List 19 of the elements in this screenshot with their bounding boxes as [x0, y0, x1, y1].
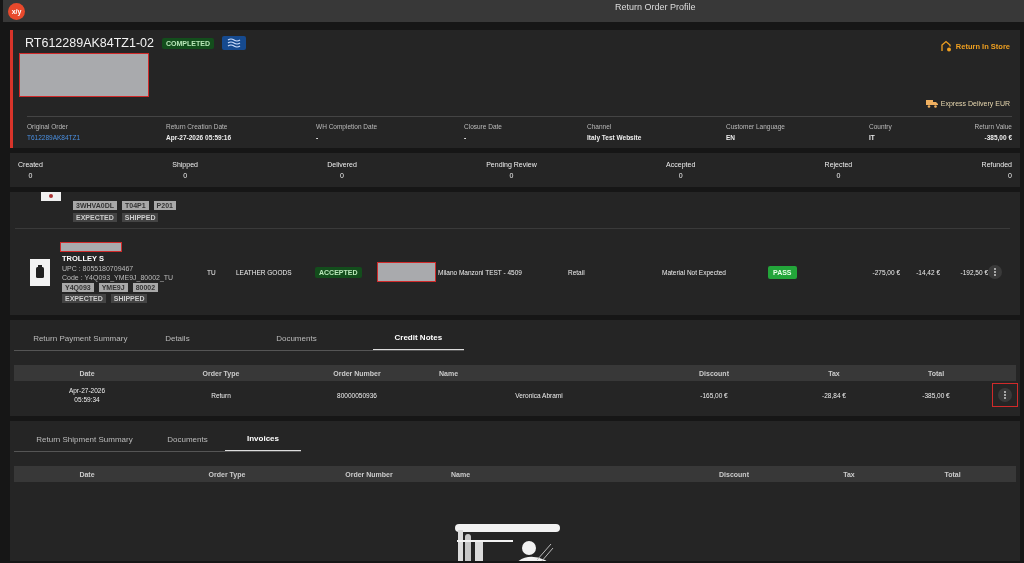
order-number: RT612289AK84TZ1-02: [25, 36, 155, 50]
trolley-thumbnail: [30, 258, 50, 286]
section-tab[interactable]: Invoices: [225, 427, 301, 451]
redaction-block: [377, 262, 436, 282]
dots-icon: [1003, 391, 1006, 399]
section-tab[interactable]: Credit Notes: [372, 326, 464, 350]
section-tab[interactable]: Documents: [150, 427, 225, 451]
product-thumbnail: [41, 192, 61, 201]
section-tab[interactable]: Return Payment Summary: [14, 326, 135, 350]
window-title: Return Order Profile: [615, 2, 696, 12]
section-tab[interactable]: Documents: [220, 326, 373, 350]
house-icon: [939, 40, 952, 52]
more-options-button[interactable]: [997, 388, 1012, 402]
truck-icon: [925, 99, 938, 108]
section-tab[interactable]: Details: [134, 326, 221, 350]
redaction-block: [60, 241, 122, 252]
waves-icon: [222, 36, 246, 50]
section-tab[interactable]: Return Shipment Summary: [14, 427, 150, 451]
more-options-button[interactable]: [988, 265, 1002, 279]
